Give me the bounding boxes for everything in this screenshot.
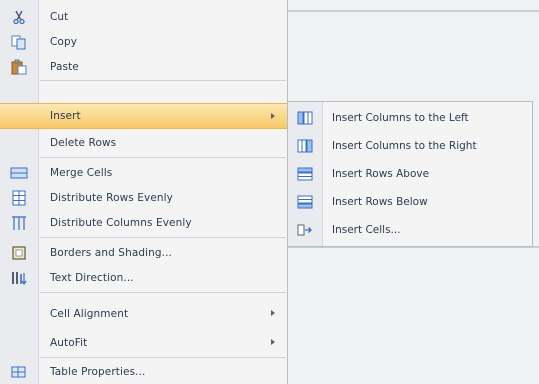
menu-item-label: Borders and Shading... — [50, 246, 172, 259]
menu-item-label: Delete Rows — [50, 136, 117, 149]
menu-item-label: Insert — [50, 110, 81, 122]
menu-item-merge-cells[interactable]: Merge Cells — [0, 160, 287, 185]
paste-icon — [0, 54, 38, 79]
distribute-rows-icon — [0, 185, 38, 210]
menu-item-label: Cell Alignment — [50, 307, 129, 320]
menu-item-label: Merge Cells — [50, 166, 113, 179]
submenu-arrow-icon — [271, 310, 275, 316]
menu-item-label: Distribute Rows Evenly — [50, 191, 173, 204]
submenu-item-insert-rows-below[interactable]: Insert Rows Below — [288, 189, 532, 215]
borders-icon — [0, 240, 38, 265]
menu-item-borders-shading[interactable]: Borders and Shading... — [0, 240, 287, 265]
menu-item-label: Text Direction... — [50, 271, 134, 284]
menu-separator — [40, 292, 286, 293]
menu-item-label: Table Properties... — [50, 365, 146, 378]
menu-item-paste[interactable]: Paste — [0, 54, 287, 79]
menu-separator — [40, 357, 286, 358]
submenu-item-insert-cells[interactable]: Insert Cells... — [288, 217, 532, 243]
menu-item-distribute-rows[interactable]: Distribute Rows Evenly — [0, 185, 287, 210]
submenu-item-insert-columns-right[interactable]: Insert Columns to the Right — [288, 133, 532, 159]
menu-item-autofit[interactable]: AutoFit — [0, 330, 287, 355]
submenu-item-label: Insert Rows Below — [332, 196, 428, 208]
merge-cells-icon — [0, 160, 38, 185]
menu-item-delete-rows[interactable]: Delete Rows — [0, 130, 287, 155]
menu-item-label: AutoFit — [50, 336, 88, 349]
distribute-columns-icon — [0, 210, 38, 235]
menu-separator — [40, 157, 286, 158]
menu-item-label: Copy — [50, 35, 78, 48]
submenu-item-label: Insert Columns to the Right — [332, 140, 477, 152]
submenu-item-insert-columns-left[interactable]: Insert Columns to the Left — [288, 105, 532, 131]
submenu-item-label: Insert Cells... — [332, 224, 401, 236]
text-direction-icon — [0, 265, 38, 290]
menu-item-distribute-columns[interactable]: Distribute Columns Evenly — [0, 210, 287, 235]
scissors-icon — [0, 4, 38, 29]
table-properties-icon — [0, 359, 38, 384]
submenu-arrow-icon — [271, 339, 275, 345]
menu-separator — [40, 80, 286, 81]
context-menu: Cut Copy Paste Insert Delete Rows Merge … — [0, 0, 288, 384]
insert-cells-icon — [288, 217, 322, 243]
submenu-item-insert-rows-above[interactable]: Insert Rows Above — [288, 161, 532, 187]
menu-item-cut[interactable]: Cut — [0, 4, 287, 29]
menu-item-insert[interactable]: Insert — [0, 103, 287, 129]
submenu-item-label: Insert Columns to the Left — [332, 112, 469, 124]
menu-item-label: Cut — [50, 10, 69, 23]
insert-rows-above-icon — [288, 161, 322, 187]
menu-item-label: Paste — [50, 60, 79, 73]
table-border-top — [286, 10, 539, 12]
insert-rows-below-icon — [288, 189, 322, 215]
menu-item-cell-alignment[interactable]: Cell Alignment — [0, 301, 287, 326]
insert-columns-right-icon — [288, 133, 322, 159]
menu-separator — [40, 237, 286, 238]
submenu-item-label: Insert Rows Above — [332, 168, 430, 180]
menu-item-text-direction[interactable]: Text Direction... — [0, 265, 287, 290]
insert-columns-left-icon — [288, 105, 322, 131]
copy-icon — [0, 29, 38, 54]
menu-item-copy[interactable]: Copy — [0, 29, 287, 54]
menu-item-label: Distribute Columns Evenly — [50, 216, 192, 229]
insert-submenu: Insert Columns to the Left Insert Column… — [287, 101, 533, 247]
submenu-arrow-icon — [271, 113, 275, 119]
menu-item-table-properties[interactable]: Table Properties... — [0, 359, 287, 384]
